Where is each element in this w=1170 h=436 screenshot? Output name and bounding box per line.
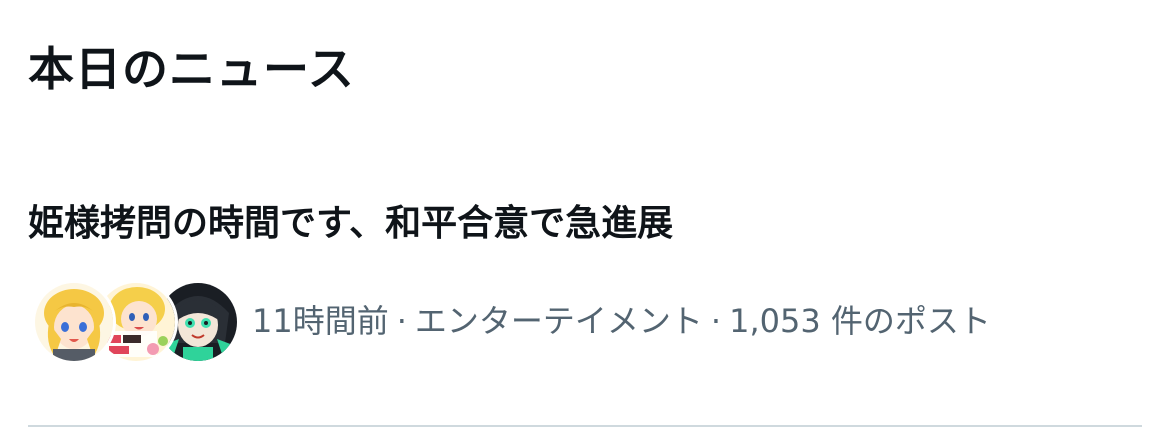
trending-news-item[interactable]: 姫様拷問の時間です、和平合意で急進展 11時間前 · エンターテイメント · 1… [0,186,1170,376]
news-post-count: 1,053 件のポスト [729,302,991,340]
blonde-anime-character-icon [32,280,116,364]
news-headline[interactable]: 姫様拷問の時間です、和平合意で急進展 [28,194,673,254]
news-category: エンターテイメント [414,302,703,340]
news-meta: 11時間前 · エンターテイメント · 1,053 件のポスト [252,298,991,344]
divider [28,425,1142,427]
section-title: 本日のニュース [28,42,355,96]
news-time: 11時間前 [252,302,389,340]
meta-separator: · [710,302,722,340]
avatar-group [32,280,240,364]
meta-separator: · [396,302,407,340]
